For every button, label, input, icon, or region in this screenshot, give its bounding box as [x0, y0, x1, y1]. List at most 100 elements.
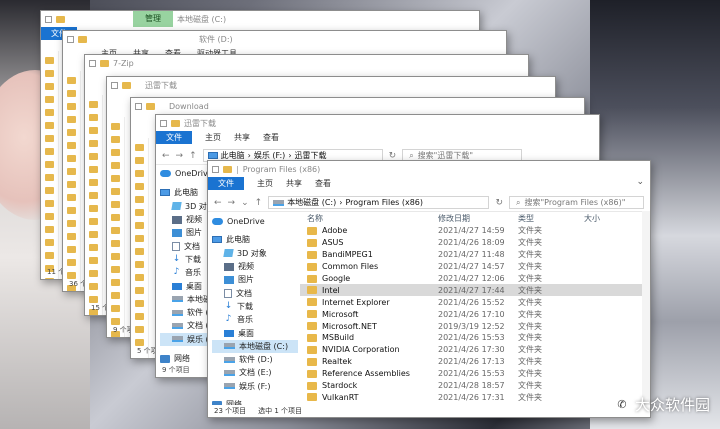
sidebar-item-this-pc[interactable]: 此电脑: [212, 233, 298, 246]
sidebar: [107, 117, 125, 337]
table-row[interactable]: Stardock 2021/4/28 18:57 文件夹: [300, 380, 650, 392]
drive-icon: [172, 309, 183, 316]
breadcrumb-program-files-x86[interactable]: Program Files (x86): [345, 198, 423, 207]
documents-icon: [224, 288, 232, 298]
tab-manage[interactable]: 管理: [133, 11, 173, 27]
table-row[interactable]: Microsoft.NET 2019/3/19 12:52 文件夹: [300, 320, 650, 332]
wechat-icon: ✆: [612, 395, 631, 414]
file-rows: Adobe 2021/4/27 14:59 文件夹 ASUS 2021/4/26 18:…: [300, 225, 650, 403]
breadcrumb-c-drive[interactable]: 本地磁盘 (C:): [287, 197, 336, 208]
modified-date-cell: 2021/4/26 15:52: [438, 297, 505, 307]
table-row[interactable]: Google 2021/4/27 12:06 文件夹: [300, 273, 650, 285]
tab-view[interactable]: 查看: [315, 178, 331, 189]
table-row[interactable]: VulkanRT 2021/4/26 17:31 文件夹: [300, 391, 650, 403]
sidebar-item-label: 视频: [186, 215, 202, 225]
drive-icon: [224, 383, 235, 390]
refresh-icon[interactable]: ↻: [495, 198, 503, 208]
address-bar[interactable]: 本地磁盘 (C:) › Program Files (x86): [268, 196, 490, 209]
sidebar-item-videos[interactable]: 视频: [212, 260, 298, 273]
file-name-cell: ASUS: [300, 238, 438, 247]
sidebar-item-c-drive[interactable]: 本地磁盘 (C:): [212, 339, 298, 353]
table-row[interactable]: Reference Assemblies 2021/4/26 15:53 文件夹: [300, 368, 650, 380]
drive-icon: [224, 356, 235, 363]
sidebar-item-label: 桌面: [186, 281, 202, 291]
sidebar-item-e-drive[interactable]: 文档 (E:): [212, 366, 298, 379]
recent-dropdown-icon[interactable]: ⌄: [241, 198, 249, 208]
column-header-size[interactable]: 大小: [584, 213, 624, 224]
explorer-window-program-files-x86[interactable]: | Program Files (x86) 文件 主页 共享 查看 ⌄ ← → …: [207, 160, 651, 418]
column-header-name[interactable]: 名称: [300, 213, 438, 224]
table-row[interactable]: MSBuild 2021/4/26 15:53 文件夹: [300, 332, 650, 344]
column-header-date[interactable]: 修改日期: [438, 213, 518, 224]
forward-arrow-icon[interactable]: →: [228, 198, 236, 208]
table-row[interactable]: ASUS 2021/4/26 18:09 文件夹: [300, 237, 650, 249]
sidebar-item-onedrive[interactable]: OneDrive: [212, 215, 298, 228]
table-row[interactable]: BandiMPEG1 2021/4/27 11:48 文件夹: [300, 249, 650, 261]
sidebar-item-label: 此电脑: [174, 188, 198, 198]
type-cell: 文件夹: [518, 226, 542, 236]
folder-icon: [223, 165, 232, 173]
folder-icon: [307, 322, 317, 331]
sidebar-item-label: 桌面: [238, 328, 254, 338]
tab-home[interactable]: 主页: [257, 178, 273, 189]
sidebar-item-f-drive[interactable]: 娱乐 (F:): [212, 380, 298, 393]
tab-share[interactable]: 共享: [234, 132, 250, 143]
title-bar: Download: [131, 98, 584, 114]
table-row[interactable]: Realtek 2021/4/26 17:13 文件夹: [300, 356, 650, 368]
sidebar-item-music[interactable]: ♪ 音乐: [212, 313, 298, 326]
table-row[interactable]: Microsoft 2021/4/26 17:10 文件夹: [300, 308, 650, 320]
folder-icon: [307, 274, 317, 283]
file-name: VulkanRT: [322, 392, 359, 402]
search-input[interactable]: ⌕ 搜索"Program Files (x86)": [509, 196, 644, 209]
column-header-type[interactable]: 类型: [518, 213, 584, 224]
tab-view[interactable]: 查看: [263, 132, 279, 143]
watermark: ✆ 大众软件园: [612, 394, 710, 415]
modified-date-cell: 2021/4/26 18:09: [438, 238, 505, 248]
sidebar: [85, 95, 103, 315]
table-row[interactable]: Common Files 2021/4/27 14:57 文件夹: [300, 261, 650, 273]
sidebar-item-desktop[interactable]: 桌面: [212, 326, 298, 339]
type-cell: 文件夹: [518, 381, 542, 391]
table-row[interactable]: Intel 2021/4/27 17:44 文件夹: [300, 284, 650, 297]
type-cell: 文件夹: [518, 369, 542, 379]
drive-icon: [172, 322, 183, 329]
table-row[interactable]: NVIDIA Corporation 2021/4/26 17:30 文件夹: [300, 344, 650, 356]
desktop-icon: [224, 329, 234, 337]
title-bar: 7-Zip: [85, 55, 528, 71]
refresh-icon[interactable]: ↻: [389, 151, 397, 161]
window-icon: [135, 102, 142, 110]
music-icon: ♪: [225, 314, 232, 325]
back-arrow-icon[interactable]: ←: [214, 198, 222, 208]
tab-home[interactable]: 主页: [205, 132, 221, 143]
sidebar: [63, 71, 81, 291]
file-name-cell: Realtek: [300, 357, 438, 366]
pictures-icon: [172, 228, 182, 237]
vertical-scrollbar[interactable]: [642, 211, 650, 405]
back-arrow-icon[interactable]: ←: [162, 151, 170, 161]
up-arrow-icon[interactable]: ↑: [255, 198, 263, 208]
sidebar-item-downloads[interactable]: ↓ 下载: [212, 300, 298, 313]
window-title: 本地磁盘 (C:): [177, 14, 227, 24]
folder-icon: [307, 298, 317, 307]
tab-share[interactable]: 共享: [286, 178, 302, 189]
sidebar-item-documents[interactable]: 文档: [212, 286, 298, 299]
forward-arrow-icon[interactable]: →: [176, 151, 184, 161]
sidebar-item-pictures[interactable]: 图片: [212, 273, 298, 286]
chevron-down-icon[interactable]: ⌄: [636, 177, 644, 187]
type-cell: 文件夹: [518, 333, 542, 343]
type-cell: 文件夹: [518, 392, 542, 402]
table-row[interactable]: Adobe 2021/4/27 14:59 文件夹: [300, 225, 650, 237]
tab-file[interactable]: 文件: [208, 177, 244, 190]
sidebar-item-3d[interactable]: 3D 对象: [212, 247, 298, 260]
up-arrow-icon[interactable]: ↑: [189, 151, 197, 161]
sidebar-item-label: 文档 (E:): [239, 368, 272, 378]
folder-icon: [307, 262, 317, 271]
file-name: Reference Assemblies: [322, 369, 410, 379]
tab-file[interactable]: 文件: [156, 131, 192, 144]
3d-objects-icon: [171, 202, 182, 211]
sidebar-item-d-drive[interactable]: 软件 (D:): [212, 353, 298, 366]
cloud-icon: [212, 218, 223, 226]
table-row[interactable]: Internet Explorer 2021/4/26 15:52 文件夹: [300, 296, 650, 308]
file-name-cell: Google: [300, 274, 438, 283]
file-name: Internet Explorer: [322, 297, 390, 307]
